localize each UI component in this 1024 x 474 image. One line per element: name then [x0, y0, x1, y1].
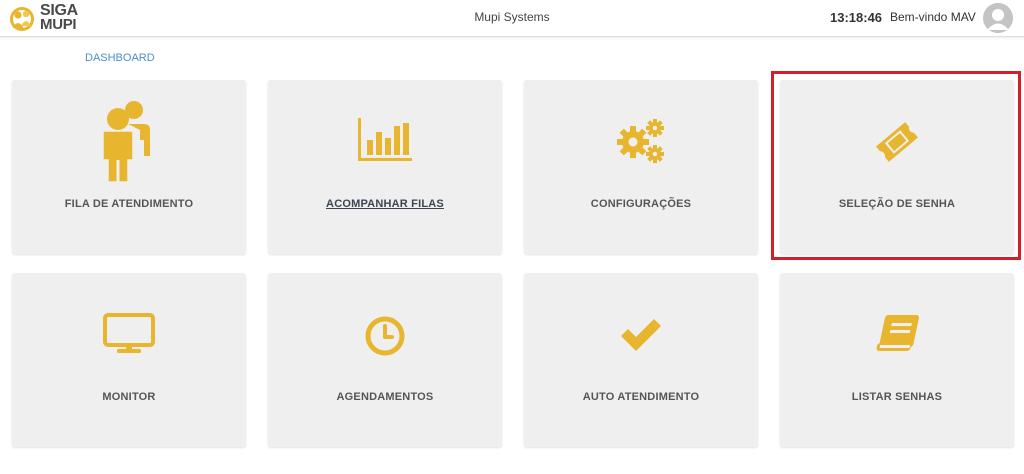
tile-label: ACOMPANHAR FILAS	[326, 198, 444, 210]
checkmark-icon	[621, 319, 661, 351]
people-icon	[102, 101, 150, 183]
monitor-icon	[103, 313, 155, 353]
tile-agendamentos[interactable]: AGENDAMENTOS	[268, 273, 502, 447]
tile-label: FILA DE ATENDIMENTO	[64, 198, 194, 210]
tile-label: MONITOR	[102, 391, 156, 403]
logo-text: SIGA MUPI	[40, 3, 92, 33]
breadcrumb-dashboard[interactable]: DASHBOARD	[85, 52, 155, 64]
ticket-icon	[876, 122, 918, 162]
user-avatar[interactable]	[983, 3, 1013, 33]
tile-label: AUTO ATENDIMENTO	[582, 391, 700, 403]
tile-monitor[interactable]: MONITOR	[12, 273, 246, 447]
tile-selecao-de-senha[interactable]: SELEÇÃO DE SENHA	[780, 80, 1014, 254]
tile-label: CONFIGURAÇÕES	[590, 198, 692, 210]
logo-people-icon	[10, 7, 34, 31]
siga-mupi-logo[interactable]: SIGA MUPI	[10, 3, 90, 35]
tile-configuracoes[interactable]: CONFIGURAÇÕES	[524, 80, 758, 254]
tile-label: LISTAR SENHAS	[851, 391, 943, 403]
top-bar: SIGA MUPI Mupi Systems 13:18:46 Bem-vind…	[0, 0, 1024, 37]
tile-listar-senhas[interactable]: LISTAR SENHAS	[780, 273, 1014, 447]
tile-auto-atendimento[interactable]: AUTO ATENDIMENTO	[524, 273, 758, 447]
avatar-icon	[983, 3, 1013, 33]
tile-fila-de-atendimento[interactable]: FILA DE ATENDIMENTO	[12, 80, 246, 254]
tile-label: AGENDAMENTOS	[336, 391, 434, 403]
clock-icon	[365, 316, 405, 356]
logo-line-2: MUPI	[40, 16, 77, 33]
tile-label: SELEÇÃO DE SENHA	[838, 198, 956, 210]
book-icon	[876, 315, 920, 351]
gears-icon	[617, 119, 664, 163]
clock: 13:18:46	[830, 10, 883, 25]
welcome-message: Bem-vindo MAV	[890, 10, 976, 24]
tile-acompanhar-filas[interactable]: ACOMPANHAR FILAS	[268, 80, 502, 254]
bar-chart-icon	[358, 118, 412, 161]
